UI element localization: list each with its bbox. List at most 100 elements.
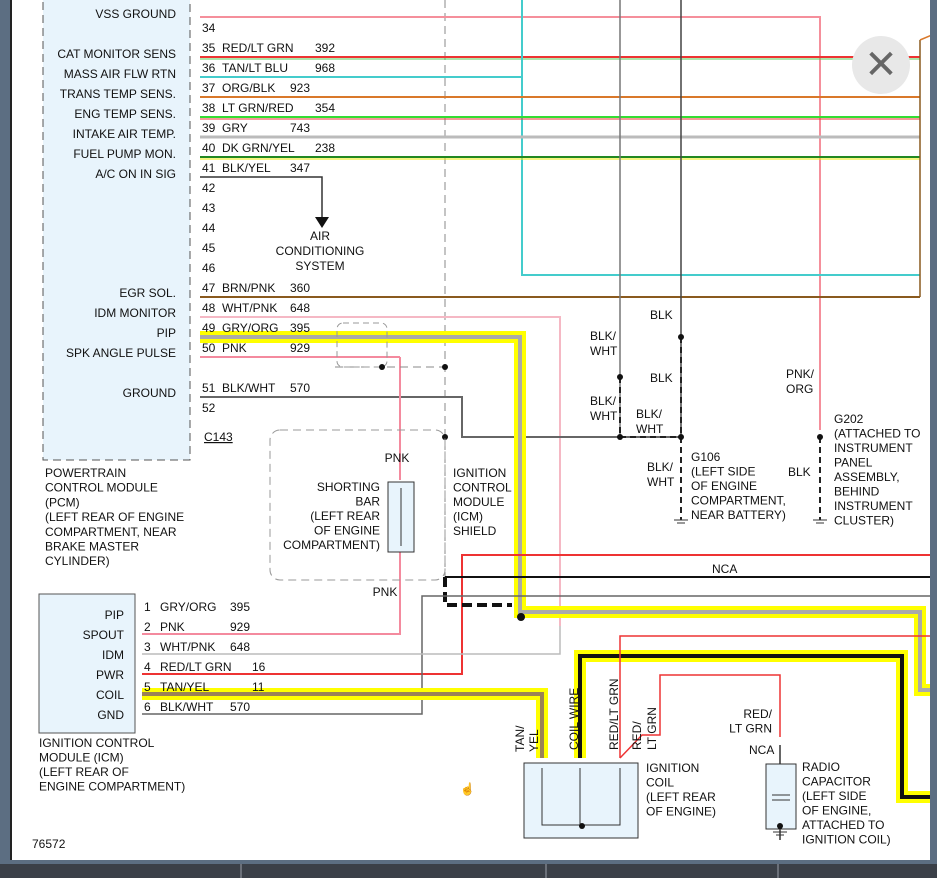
icm-wire-color: BLK/WHT (160, 700, 214, 714)
icm-description: (LEFT REAR OF (39, 765, 129, 779)
pcm-pin-label: PIP (157, 326, 176, 340)
toolbar-separator (240, 864, 242, 878)
pcm-circuit-number: 570 (290, 381, 310, 395)
ignition-coil-label: OF ENGINE) (646, 805, 716, 819)
g202-label: ASSEMBLY, (834, 470, 900, 484)
shorting-bar-bottom-wire: PNK (373, 585, 398, 599)
radio-capacitor-box (765, 763, 797, 830)
blk-wht-label: BLK/ (590, 329, 617, 343)
icm-wire-color: GRY/ORG (160, 600, 216, 614)
pcm-pin-number: 37 (202, 81, 216, 95)
blk-wht-label: WHT (590, 409, 618, 423)
pcm-pin-number: 47 (202, 281, 216, 295)
coil-wire-label: COIL WIRE (567, 688, 581, 750)
icm-wire-color: TAN/YEL (160, 680, 209, 694)
pcm-circuit-number: 395 (290, 321, 310, 335)
icm-wire-color: PNK (160, 620, 185, 634)
blk-wht-label: WHT (647, 475, 675, 489)
figure-number: 76572 (32, 837, 66, 851)
pcm-wire-color: PNK (222, 341, 247, 355)
pcm-pin-label: FUEL PUMP MON. (73, 147, 176, 161)
pcm-description: BRAKE MASTER (45, 540, 139, 554)
icm-circuit-number: 648 (230, 640, 250, 654)
blk-wht-label: BLK/ (647, 460, 674, 474)
pcm-wire-color: TAN/LT BLU (222, 61, 288, 75)
radio-capacitor-label: ATTACHED TO (802, 818, 884, 832)
pcm-pin-number: 40 (202, 141, 216, 155)
pcm-pin-label: EGR SOL. (119, 286, 176, 300)
toolbar-separator (777, 864, 779, 878)
connector-label: C143 (204, 430, 233, 444)
pcm-wire-color: BRN/PNK (222, 281, 275, 295)
icm-shield-label: (ICM) (453, 510, 483, 524)
pcm-circuit-number: 923 (290, 81, 310, 95)
pcm-pin-number: 45 (202, 241, 216, 255)
g106-label: NEAR BATTERY) (691, 508, 786, 522)
pcm-description: (LEFT REAR OF ENGINE (45, 510, 184, 524)
icm-pin-number: 6 (144, 700, 151, 714)
wire-vss-ground (200, 16, 821, 430)
icm-circuit-number: 570 (230, 700, 250, 714)
icm-pin-label: PWR (96, 668, 124, 682)
icm-circuit-number: 395 (230, 600, 250, 614)
ac-system-label: AIR (310, 229, 330, 243)
toolbar-separator (545, 864, 547, 878)
pcm-circuit-number: 392 (315, 41, 335, 55)
icm-shield-label: MODULE (453, 495, 504, 509)
shorting-bar-label: COMPARTMENT) (283, 538, 380, 552)
pcm-wire-color: WHT/PNK (222, 301, 277, 315)
ignition-coil-label: IGNITION (646, 761, 699, 775)
pcm-pin-number: 49 (202, 321, 216, 335)
g106-label: OF ENGINE (691, 479, 757, 493)
red-lt-grn-label: LT GRN (645, 707, 659, 750)
pcm-pin-number: 51 (202, 381, 216, 395)
icm-pin-label: SPOUT (83, 628, 125, 642)
pcm-circuit-number: 360 (290, 281, 310, 295)
pcm-pin-label: MASS AIR FLW RTN (64, 67, 176, 81)
icm-description: ENGINE COMPARTMENT) (39, 780, 185, 794)
g202-label: G202 (834, 412, 864, 426)
radio-capacitor-label: RADIO (802, 760, 840, 774)
icm-pin-label: GND (97, 708, 124, 722)
blk-wht-label: WHT (636, 422, 664, 436)
arrow-down-icon (315, 217, 329, 228)
icm-wire-color: WHT/PNK (160, 640, 215, 654)
pcm-pin-number: 43 (202, 201, 216, 215)
blk-wht-label: BLK/ (636, 407, 663, 421)
icm-shield-label: CONTROL (453, 481, 512, 495)
pcm-circuit-number: 648 (290, 301, 310, 315)
icm-pin-label: PIP (105, 608, 124, 622)
g106-label: (LEFT SIDE (691, 465, 755, 479)
g202-label: INSTRUMENT (834, 499, 913, 513)
pcm-pin-number: 39 (202, 121, 216, 135)
pcm-wire-color: LT GRN/RED (222, 101, 294, 115)
icm-shield-label: IGNITION (453, 466, 506, 480)
pcm-pin-number: 38 (202, 101, 216, 115)
tan-yel-label: TAN/ (513, 725, 527, 752)
icm-circuit-number: 929 (230, 620, 250, 634)
icm-pin-label: IDM (102, 648, 124, 662)
pcm-wire-color: ORG/BLK (222, 81, 275, 95)
capacitor-wire-label: LT GRN (729, 722, 772, 736)
icm-shield-label: SHIELD (453, 524, 497, 538)
blk-label: BLK (650, 371, 673, 385)
icm-wire-color: RED/LT GRN (160, 660, 232, 674)
pcm-circuit-number: 354 (315, 101, 335, 115)
blk-wht-label: WHT (590, 344, 618, 358)
pcm-description: (PCM) (45, 495, 80, 509)
g202-label: INSTRUMENT (834, 441, 913, 455)
icm-description: MODULE (ICM) (39, 751, 124, 765)
g106-label: COMPARTMENT, (691, 494, 786, 508)
blk-wht-label: BLK/ (590, 394, 617, 408)
pcm-circuit-number: 347 (290, 161, 310, 175)
pcm-description: POWERTRAIN (45, 466, 126, 480)
tan-yel-label: YEL (527, 729, 541, 752)
pcm-pin-label: SPK ANGLE PULSE (66, 346, 176, 360)
icm-circuit-number: 16 (252, 660, 266, 674)
wire-41 (200, 176, 323, 218)
wiring-diagram: VSS GROUND34CAT MONITOR SENS 35 RED/LT GRN… (32, 0, 932, 851)
icm-pin-number: 4 (144, 660, 151, 674)
pcm-description: COMPARTMENT, NEAR (45, 525, 177, 539)
pcm-pin-label: VSS GROUND (95, 7, 176, 21)
close-button[interactable]: ✕ (852, 36, 910, 94)
